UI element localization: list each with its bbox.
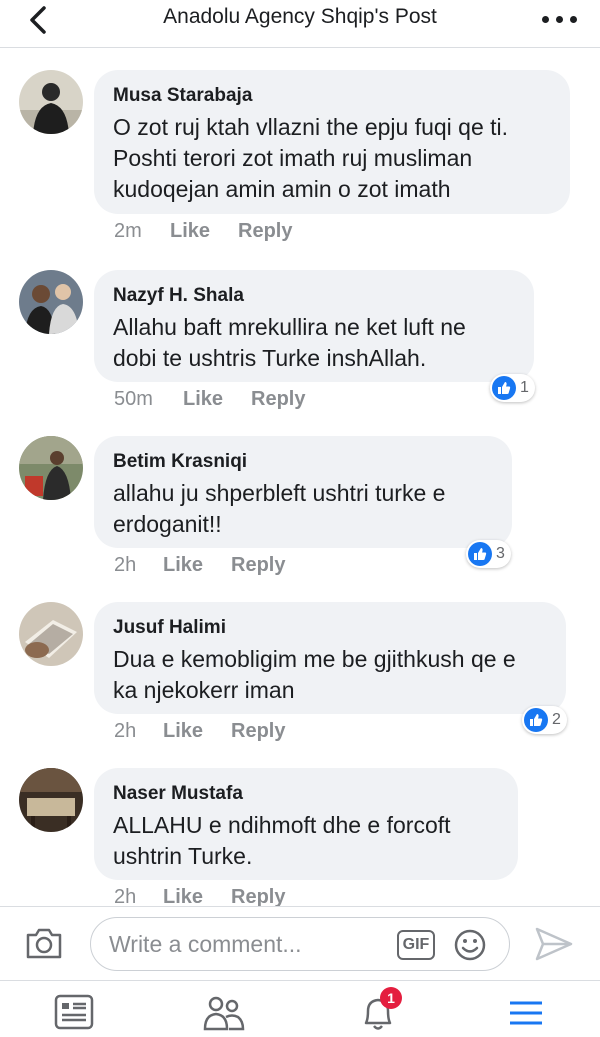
avatar[interactable] <box>19 70 83 134</box>
back-arrow-icon <box>30 6 46 34</box>
reply-button[interactable]: Reply <box>251 388 305 411</box>
send-button[interactable] <box>534 925 574 963</box>
comment-bubble: Jusuf Halimi Dua e kemobligim me be gjit… <box>94 602 566 714</box>
reply-button[interactable]: Reply <box>231 554 285 577</box>
reaction-count: 2 <box>552 711 561 728</box>
comment-meta: 2h Like Reply <box>114 720 285 743</box>
bottom-tab-bar: 1 <box>0 980 600 1037</box>
reply-button[interactable]: Reply <box>231 720 285 743</box>
comment-bubble: Betim Krasniqi allahu ju shperbleft usht… <box>94 436 512 548</box>
comment-input-box[interactable]: GIF <box>90 917 510 971</box>
camera-button[interactable] <box>24 925 64 961</box>
like-thumb-icon <box>492 376 516 400</box>
comment-text: Dua e kemobligim me be gjithkush qe e ka… <box>113 646 516 703</box>
notification-badge: 1 <box>380 987 402 1009</box>
page-title: Anadolu Agency Shqip's Post <box>163 5 437 28</box>
comment-author[interactable]: Musa Starabaja <box>113 84 550 108</box>
more-dots-icon <box>542 16 549 23</box>
comment-time: 2h <box>114 886 137 906</box>
reply-button[interactable]: Reply <box>238 220 292 243</box>
comments-list: Musa Starabaja O zot ruj ktah vllazni th… <box>0 48 600 906</box>
tab-news-feed[interactable] <box>52 993 96 1033</box>
avatar[interactable] <box>19 270 83 334</box>
comment-bubble: Musa Starabaja O zot ruj ktah vllazni th… <box>94 70 570 214</box>
tab-friends[interactable] <box>202 993 246 1033</box>
comment-text: allahu ju shperbleft ushtri turke e erdo… <box>113 480 446 537</box>
comment-meta: 50m Like Reply <box>114 388 305 411</box>
comment-text: O zot ruj ktah vllazni the epju fuqi qe … <box>113 114 509 202</box>
like-button[interactable]: Like <box>183 388 251 411</box>
comment-bubble: Nazyf H. Shala Allahu baft mrekullira ne… <box>94 270 534 382</box>
comment-time: 2h <box>114 720 137 742</box>
reaction-count: 1 <box>520 379 529 396</box>
avatar[interactable] <box>19 768 83 832</box>
comment-author[interactable]: Jusuf Halimi <box>113 616 546 640</box>
reaction-summary[interactable]: 3 <box>466 540 511 568</box>
send-icon <box>535 927 573 961</box>
comment-meta: 2h Like Reply <box>114 554 285 577</box>
like-thumb-icon <box>468 542 492 566</box>
emoji-icon <box>454 929 486 961</box>
comment-text: ALLAHU e ndihmoft dhe e forcoft ushtrin … <box>113 812 451 869</box>
comment-input[interactable] <box>109 930 379 958</box>
like-button[interactable]: Like <box>163 554 231 577</box>
menu-icon <box>510 1001 542 1025</box>
comment-time: 50m <box>114 388 153 410</box>
like-thumb-icon <box>524 708 548 732</box>
like-button[interactable]: Like <box>163 720 231 743</box>
like-button[interactable]: Like <box>163 886 231 906</box>
comment-bubble: Naser Mustafa ALLAHU e ndihmoft dhe e fo… <box>94 768 518 880</box>
top-bar: Anadolu Agency Shqip's Post <box>0 0 600 48</box>
reaction-summary[interactable]: 2 <box>522 706 567 734</box>
more-options-button[interactable] <box>540 6 580 30</box>
comment-text: Allahu baft mrekullira ne ket luft ne do… <box>113 314 466 371</box>
comment-author[interactable]: Nazyf H. Shala <box>113 284 514 308</box>
comment-composer: GIF <box>0 906 600 980</box>
back-button[interactable] <box>22 4 58 40</box>
emoji-button[interactable] <box>453 928 487 962</box>
reaction-count: 3 <box>496 545 505 562</box>
avatar[interactable] <box>19 602 83 666</box>
comment-author[interactable]: Betim Krasniqi <box>113 450 492 474</box>
reaction-summary[interactable]: 1 <box>490 374 535 402</box>
comment-time: 2h <box>114 554 137 576</box>
comment-author[interactable]: Naser Mustafa <box>113 782 498 806</box>
gif-button[interactable]: GIF <box>397 930 435 960</box>
news-feed-icon <box>54 994 94 1030</box>
reply-button[interactable]: Reply <box>231 886 285 906</box>
comment-meta: 2h Like Reply <box>114 886 285 906</box>
avatar[interactable] <box>19 436 83 500</box>
comment-meta: 2m Like Reply <box>114 220 292 243</box>
camera-icon <box>26 928 62 959</box>
tab-menu[interactable] <box>504 993 548 1033</box>
like-button[interactable]: Like <box>170 220 238 243</box>
tab-notifications[interactable]: 1 <box>356 987 402 1033</box>
friends-icon <box>203 996 245 1031</box>
comment-time: 2m <box>114 220 142 242</box>
